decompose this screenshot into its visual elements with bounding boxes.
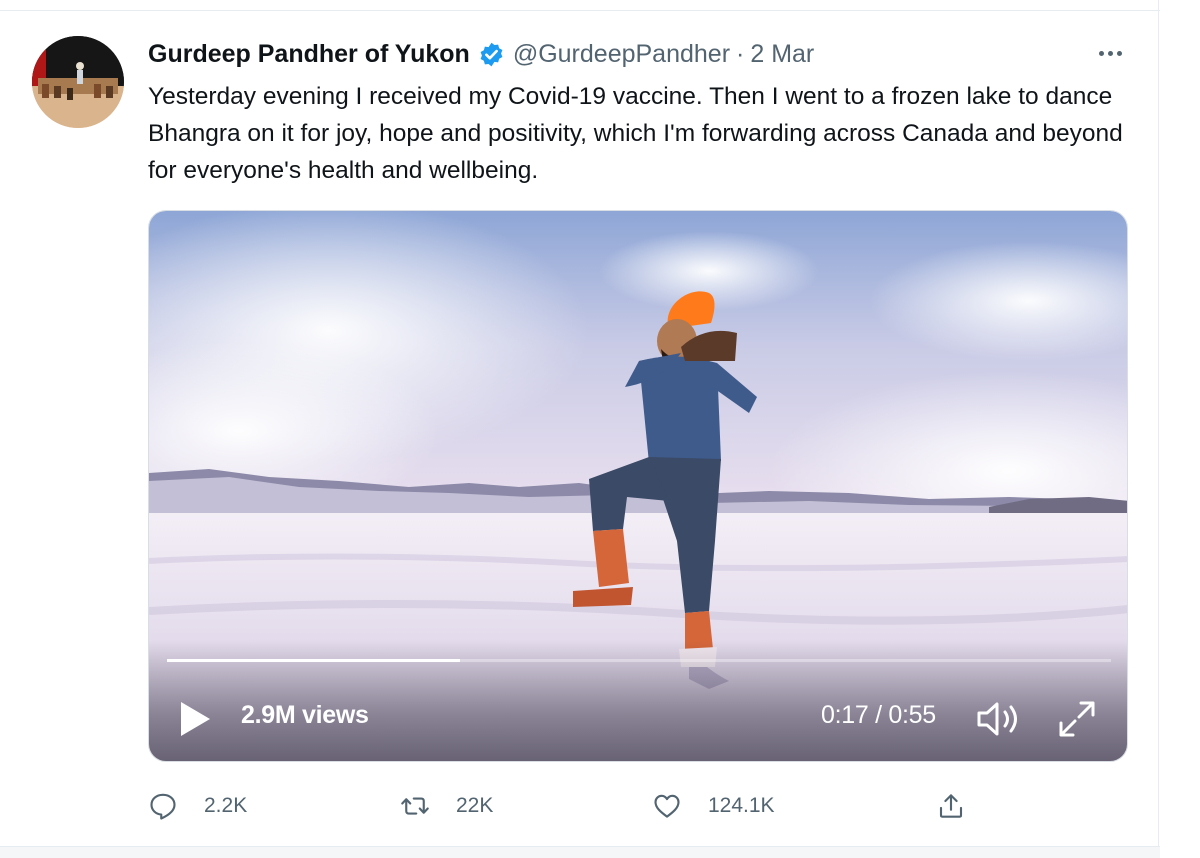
avatar-photo	[32, 36, 124, 128]
like-icon	[654, 794, 680, 818]
share-button[interactable]	[936, 786, 966, 826]
top-divider	[0, 10, 1160, 11]
like-count: 124.1K	[708, 794, 775, 817]
verified-badge-icon	[480, 42, 503, 66]
like-button[interactable]: 124.1K	[652, 786, 775, 826]
tweet-text: Yesterday evening I received my Covid-19…	[148, 83, 1123, 184]
tweet-date[interactable]: 2 Mar	[750, 40, 814, 69]
more-dot	[1116, 50, 1122, 56]
play-icon[interactable]	[177, 699, 213, 739]
more-horizontal-icon	[1098, 50, 1104, 56]
retweet-count: 22K	[456, 794, 494, 817]
retweet-icon	[401, 797, 429, 815]
tweet-header: Gurdeep Pandher of Yukon @GurdeepPandher…	[148, 36, 814, 72]
video-progress-bar[interactable]	[167, 659, 1111, 662]
view-count: 2.9M views	[241, 701, 369, 729]
bottom-divider	[0, 846, 1160, 858]
video-progress-fill	[167, 659, 460, 662]
retweet-button[interactable]: 22K	[400, 786, 493, 826]
handle[interactable]: @GurdeepPandher	[513, 40, 730, 69]
display-name[interactable]: Gurdeep Pandher of Yukon	[148, 40, 470, 69]
volume-icon[interactable]	[975, 699, 1025, 739]
video-player[interactable]: 2.9M views 0:17 / 0:55	[148, 210, 1128, 762]
reply-button[interactable]: 2.2K	[148, 786, 247, 826]
header-separator: ·	[736, 39, 745, 68]
fullscreen-icon[interactable]	[1055, 697, 1099, 741]
share-icon	[939, 794, 963, 818]
more-options-button[interactable]	[1092, 38, 1128, 68]
more-dot	[1107, 50, 1113, 56]
timeline-border	[1158, 0, 1159, 858]
tweet-actions: 2.2K 22K 124.1K	[148, 786, 978, 826]
reply-count: 2.2K	[204, 794, 248, 817]
reply-icon	[150, 793, 176, 820]
avatar[interactable]	[32, 36, 124, 128]
video-time: 0:17 / 0:55	[821, 701, 936, 729]
